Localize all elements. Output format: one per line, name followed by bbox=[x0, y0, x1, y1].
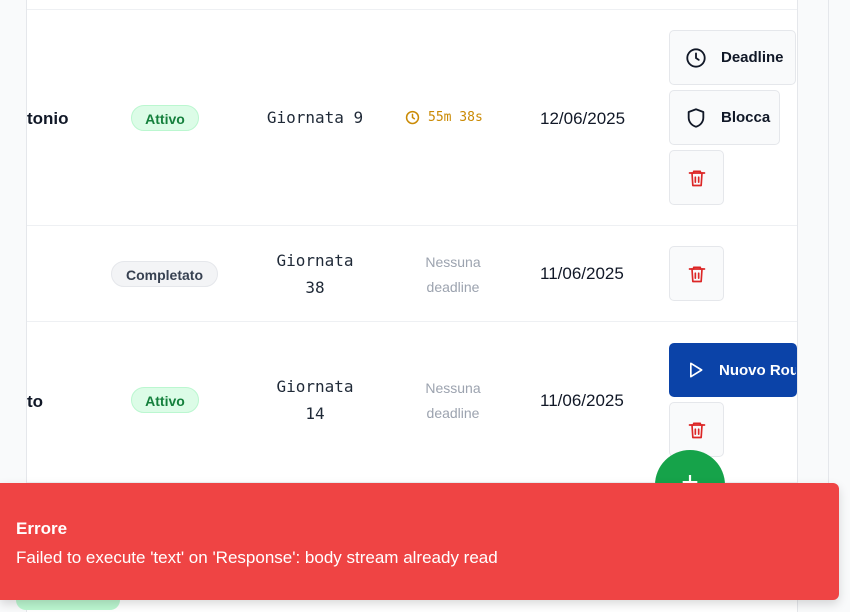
clock-icon bbox=[685, 47, 707, 69]
toast-title: Errore bbox=[16, 519, 68, 538]
trash-icon bbox=[687, 168, 707, 188]
delete-button[interactable] bbox=[669, 150, 724, 205]
status-badge: Attivo bbox=[131, 105, 199, 131]
no-deadline-line: deadline bbox=[426, 405, 480, 421]
no-deadline-line: deadline bbox=[426, 279, 480, 295]
block-button[interactable]: Blocca bbox=[669, 90, 780, 145]
clock-icon bbox=[405, 110, 420, 125]
error-toast[interactable]: Errore Failed to execute 'text' on 'Resp… bbox=[0, 483, 839, 600]
timer-value: 55m 38s bbox=[428, 110, 483, 125]
trash-icon bbox=[687, 420, 707, 440]
round-label-line: 38 bbox=[305, 278, 325, 297]
status-badge: Attivo bbox=[131, 387, 199, 413]
new-round-button-label: Nuovo Round bbox=[719, 361, 796, 379]
no-deadline-line: Nessuna bbox=[425, 380, 481, 396]
no-deadline-line: Nessuna bbox=[425, 254, 481, 270]
date-label: 11/06/2025 bbox=[540, 391, 624, 410]
round-label-line: Giornata bbox=[276, 377, 354, 396]
no-deadline-label: Nessuna deadline bbox=[408, 376, 498, 426]
deadline-button-label: Deadline bbox=[721, 49, 784, 66]
scroll-rail bbox=[828, 0, 829, 530]
block-button-label: Blocca bbox=[721, 109, 771, 126]
status-badge: Completato bbox=[111, 261, 218, 287]
date-label: 12/06/2025 bbox=[540, 109, 626, 128]
delete-button[interactable] bbox=[669, 246, 724, 301]
league-name: tonio bbox=[27, 109, 69, 128]
round-label-line: Giornata bbox=[276, 251, 354, 270]
shield-icon bbox=[685, 107, 707, 129]
table-row bbox=[27, 0, 797, 10]
date-label: 11/06/2025 bbox=[540, 264, 624, 283]
app-viewport: tonio Attivo Giornata 9 55m 38s 12/06/20… bbox=[0, 0, 850, 612]
round-label: Giornata 38 bbox=[255, 247, 375, 301]
deadline-button[interactable]: Deadline bbox=[669, 30, 796, 85]
delete-button[interactable] bbox=[669, 402, 724, 457]
table-row: Completato Giornata 38 Nessuna deadline … bbox=[27, 226, 797, 322]
round-label: Giornata 14 bbox=[255, 373, 375, 427]
no-deadline-label: Nessuna deadline bbox=[408, 250, 498, 300]
play-icon bbox=[685, 360, 705, 380]
table-row: tonio Attivo Giornata 9 55m 38s 12/06/20… bbox=[27, 15, 797, 226]
deadline-timer: 55m 38s bbox=[405, 110, 483, 125]
round-label: Giornata 9 bbox=[266, 108, 364, 127]
new-round-button[interactable]: Nuovo Round bbox=[669, 343, 797, 397]
round-label-line: 14 bbox=[305, 404, 325, 423]
toast-message: Failed to execute 'text' on 'Response': … bbox=[16, 548, 498, 567]
trash-icon bbox=[687, 264, 707, 284]
league-name: to bbox=[27, 392, 44, 411]
